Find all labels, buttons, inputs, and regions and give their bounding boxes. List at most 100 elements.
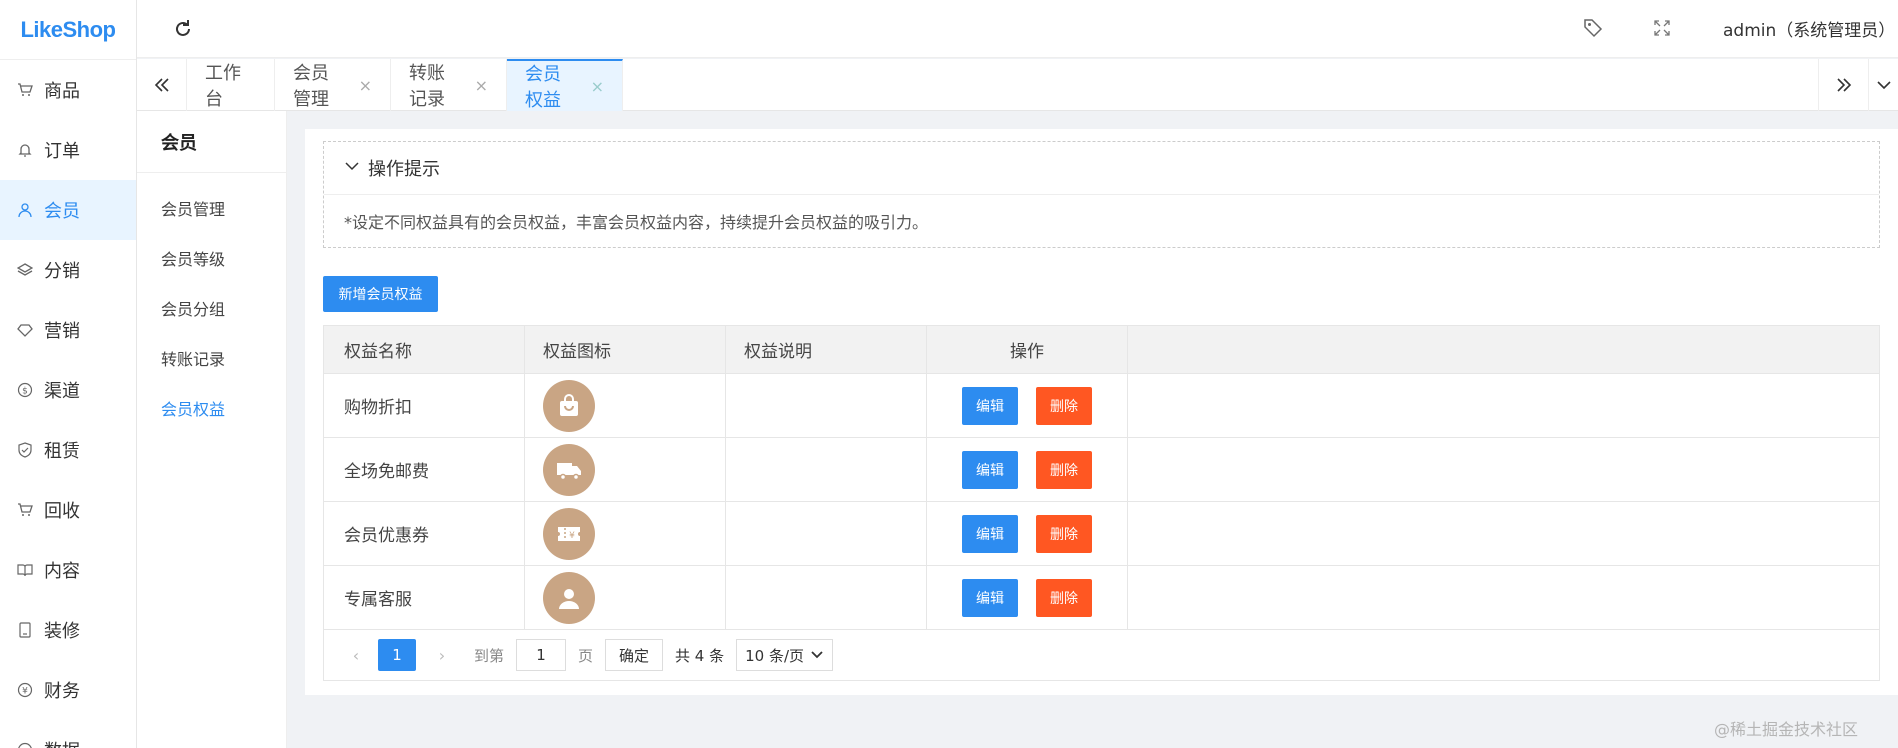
benefit-name: 专属客服: [324, 566, 525, 629]
page-tabs: 工作台 会员管理 × 转账记录 × 会员权益 ×: [137, 59, 1898, 111]
sidebar-item-members[interactable]: 会员: [0, 180, 136, 240]
refresh-icon[interactable]: [171, 17, 195, 41]
chart-icon: [16, 741, 34, 748]
delete-button[interactable]: 删除: [1036, 450, 1092, 489]
goto-label: 到第: [474, 646, 505, 665]
tab-member-management[interactable]: 会员管理 ×: [275, 59, 391, 111]
edit-button[interactable]: 编辑: [962, 514, 1018, 553]
delete-button[interactable]: 删除: [1036, 514, 1092, 553]
book-icon: [16, 561, 34, 579]
fullscreen-icon[interactable]: [1652, 18, 1672, 38]
benefit-name: 购物折扣: [324, 374, 525, 437]
sidebar-item-marketing[interactable]: 营销: [0, 300, 136, 360]
content-card: 操作提示 *设定不同权益具有的会员权益，丰富会员权益内容，持续提升会员权益的吸引…: [305, 129, 1898, 695]
tab-member-benefits[interactable]: 会员权益 ×: [507, 59, 623, 111]
logo[interactable]: LikeShop: [0, 0, 136, 60]
dollar-icon: $: [16, 381, 34, 399]
member-submenu: 会员 会员管理 会员等级 会员分组 转账记录 会员权益: [137, 111, 287, 748]
user-icon: [16, 201, 34, 219]
add-benefit-button[interactable]: 新增会员权益: [323, 276, 438, 312]
table-row: 会员优惠券 ¥ 编辑 删除: [324, 502, 1879, 566]
tip-header[interactable]: 操作提示: [324, 142, 1879, 195]
column-header-icon: 权益图标: [525, 326, 726, 373]
sidebar-item-finance[interactable]: ¥ 财务: [0, 660, 136, 720]
table-row: 购物折扣 编辑 删除: [324, 374, 1879, 438]
column-header-filler: [1128, 326, 1879, 373]
submenu-item-member-group[interactable]: 会员分组: [137, 283, 286, 333]
cart-icon: [16, 501, 34, 519]
page-suffix-label: 页: [578, 646, 594, 665]
tabs-scroll-right-button[interactable]: [1818, 59, 1868, 111]
benefit-description: [726, 566, 927, 629]
page-number-current[interactable]: 1: [378, 639, 416, 671]
column-header-description: 权益说明: [726, 326, 927, 373]
close-icon[interactable]: ×: [359, 76, 372, 95]
row-actions: 编辑 删除: [927, 374, 1128, 437]
benefits-table: 权益名称 权益图标 权益说明 操作 购物折扣 编辑 删除 全场免邮费 编辑 删除…: [323, 325, 1880, 681]
page-jump-confirm-button[interactable]: 确定: [605, 639, 664, 671]
sidebar-item-channels[interactable]: $ 渠道: [0, 360, 136, 420]
benefit-icon-cell: ¥: [525, 502, 726, 565]
edit-button[interactable]: 编辑: [962, 450, 1018, 489]
sidebar-item-data[interactable]: 数据: [0, 720, 136, 748]
close-icon[interactable]: ×: [475, 76, 488, 95]
operation-tip: 操作提示 *设定不同权益具有的会员权益，丰富会员权益内容，持续提升会员权益的吸引…: [323, 141, 1880, 248]
tab-transfer-records[interactable]: 转账记录 ×: [391, 59, 507, 111]
truck-icon: [543, 443, 595, 496]
edit-button[interactable]: 编辑: [962, 386, 1018, 425]
prev-page-icon[interactable]: ‹: [344, 646, 368, 665]
submenu-item-member-management[interactable]: 会员管理: [137, 183, 286, 233]
svg-text:¥: ¥: [22, 687, 28, 697]
next-page-icon[interactable]: ›: [430, 646, 454, 665]
double-chevron-left-icon: [154, 78, 169, 92]
top-header: admin（系统管理员）: [137, 0, 1898, 58]
page-size-select[interactable]: 10 条/页: [736, 639, 834, 671]
column-header-name: 权益名称: [324, 326, 525, 373]
sidebar-item-lease[interactable]: 租赁: [0, 420, 136, 480]
close-icon[interactable]: ×: [591, 77, 604, 96]
table-header: 权益名称 权益图标 权益说明 操作: [324, 326, 1879, 374]
bell-icon: [16, 141, 34, 159]
tabs-dropdown-button[interactable]: [1868, 59, 1898, 111]
table-row: 专属客服 编辑 删除: [324, 566, 1879, 630]
benefit-description: [726, 502, 927, 565]
sidebar-item-orders[interactable]: 订单: [0, 120, 136, 180]
double-chevron-right-icon: [1836, 78, 1851, 92]
main-content: 操作提示 *设定不同权益具有的会员权益，丰富会员权益内容，持续提升会员权益的吸引…: [287, 111, 1898, 748]
sidebar-item-decor[interactable]: 装修: [0, 600, 136, 660]
sidebar-item-content[interactable]: 内容: [0, 540, 136, 600]
tip-text: *设定不同权益具有的会员权益，丰富会员权益内容，持续提升会员权益的吸引力。: [344, 213, 929, 232]
benefit-description: [726, 438, 927, 501]
submenu-item-member-level[interactable]: 会员等级: [137, 233, 286, 283]
submenu-item-member-benefits[interactable]: 会员权益: [137, 383, 286, 433]
row-filler: [1128, 374, 1879, 437]
tab-workbench[interactable]: 工作台: [187, 59, 275, 111]
sidebar-item-recycle[interactable]: 回收: [0, 480, 136, 540]
svg-text:$: $: [22, 387, 28, 397]
row-actions: 编辑 删除: [927, 566, 1128, 629]
row-actions: 编辑 删除: [927, 502, 1128, 565]
delete-button[interactable]: 删除: [1036, 386, 1092, 425]
sidebar-item-goods[interactable]: 商品: [0, 60, 136, 120]
page-jump-input[interactable]: 1: [516, 639, 567, 671]
chevron-down-icon[interactable]: [344, 158, 360, 179]
total-count: 共 4 条: [675, 646, 725, 665]
tag-icon[interactable]: [1582, 17, 1604, 39]
current-user-menu[interactable]: admin（系统管理员）: [1723, 16, 1895, 41]
sidebar-item-distribution[interactable]: 分销: [0, 240, 136, 300]
svg-text:¥: ¥: [569, 531, 575, 541]
cart-icon: [16, 81, 34, 99]
diamond-icon: [16, 321, 34, 339]
chevron-down-icon: [811, 651, 823, 659]
edit-button[interactable]: 编辑: [962, 578, 1018, 617]
tabs-scroll-left-button[interactable]: [137, 59, 187, 111]
submenu-item-transfer-records[interactable]: 转账记录: [137, 333, 286, 383]
coupon-icon: ¥: [543, 507, 595, 560]
watermark: @稀土掘金技术社区: [1713, 720, 1858, 739]
app-root: LikeShop 商品 订单 会员 分销 营销 $ 渠道 租赁 回收 内容 装修…: [0, 0, 1898, 748]
main-sidebar: LikeShop 商品 订单 会员 分销 营销 $ 渠道 租赁 回收 内容 装修…: [0, 0, 137, 748]
benefit-name: 会员优惠券: [324, 502, 525, 565]
delete-button[interactable]: 删除: [1036, 578, 1092, 617]
submenu-title: 会员: [137, 111, 286, 173]
pagination: ‹ 1 › 到第 1 页 确定 共 4 条 10 条/页: [324, 630, 1879, 680]
